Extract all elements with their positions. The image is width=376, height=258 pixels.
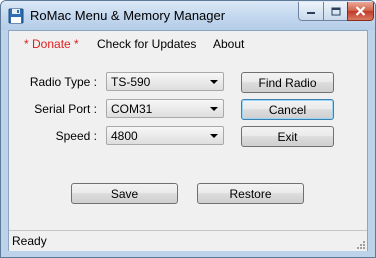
serial-port-label: Serial Port :	[34, 102, 97, 116]
find-radio-button[interactable]: Find Radio	[241, 72, 334, 93]
status-text: Ready	[12, 234, 47, 248]
cancel-button[interactable]: Cancel	[241, 99, 334, 120]
save-button[interactable]: Save	[71, 183, 178, 204]
maximize-button[interactable]	[323, 2, 348, 21]
restore-button[interactable]: Restore	[197, 183, 304, 204]
radio-type-label: Radio Type :	[29, 75, 97, 89]
minimize-icon	[307, 12, 315, 14]
title-bar[interactable]: RoMac Menu & Memory Manager	[1, 1, 375, 30]
status-bar: Ready	[9, 230, 367, 251]
minimize-button[interactable]	[298, 2, 324, 21]
menu-bar: * Donate * Check for Updates About	[9, 31, 367, 56]
chevron-down-icon	[210, 134, 218, 138]
menu-about[interactable]: About	[213, 37, 244, 51]
serial-port-value: COM31	[111, 102, 153, 116]
window-title: RoMac Menu & Memory Manager	[30, 8, 226, 23]
exit-button[interactable]: Exit	[241, 126, 334, 147]
close-icon	[355, 6, 366, 16]
menu-check-for-updates[interactable]: Check for Updates	[97, 37, 196, 51]
radio-type-select[interactable]: TS-590	[106, 72, 224, 91]
speed-select[interactable]: 4800	[106, 126, 224, 145]
radio-type-value: TS-590	[111, 75, 151, 89]
close-button[interactable]	[347, 2, 374, 21]
app-window: RoMac Menu & Memory Manager * Donate * C…	[0, 0, 376, 258]
resize-grip-icon[interactable]	[356, 240, 366, 250]
speed-value: 4800	[111, 129, 138, 143]
serial-port-select[interactable]: COM31	[106, 99, 224, 118]
maximize-icon	[331, 7, 340, 15]
menu-donate[interactable]: * Donate *	[24, 37, 79, 51]
floppy-disk-icon	[8, 8, 24, 24]
client-area: * Donate * Check for Updates About Radio…	[8, 30, 368, 251]
chevron-down-icon	[210, 107, 218, 111]
chevron-down-icon	[210, 80, 218, 84]
speed-label: Speed :	[55, 129, 97, 143]
